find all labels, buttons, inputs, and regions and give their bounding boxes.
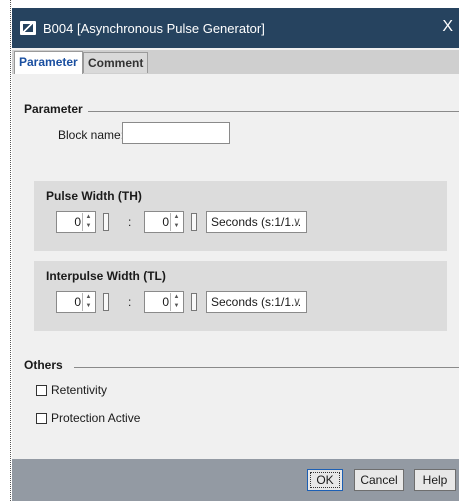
spinner-arrows-icon[interactable]: ▲ ▼ xyxy=(82,213,94,231)
ok-button[interactable]: OK xyxy=(307,469,343,491)
pulse-width-unit-value: Seconds (s:1/1... xyxy=(211,215,302,229)
pulse-width-param-button2[interactable] xyxy=(191,213,197,231)
interpulse-width-value1: 0 xyxy=(74,295,81,309)
pulse-width-group: Pulse Width (TH) 0 ▲ ▼ : 0 ▲ ▼ Seconds (s:… xyxy=(34,181,447,251)
interpulse-width-group: Interpulse Width (TL) 0 ▲ ▼ : 0 ▲ ▼ Second… xyxy=(34,261,447,331)
interpulse-width-title: Interpulse Width (TL) xyxy=(46,269,166,283)
interpulse-width-unit-select[interactable]: Seconds (s:1/1... ∨ xyxy=(206,291,307,313)
protection-active-checkbox[interactable] xyxy=(36,413,47,424)
parameter-section-header: Parameter xyxy=(24,102,83,116)
interpulse-width-value2: 0 xyxy=(162,295,169,309)
close-icon[interactable]: X xyxy=(442,18,453,36)
protection-active-label: Protection Active xyxy=(51,411,141,425)
tab-strip: Parameter Comment xyxy=(12,50,459,75)
logo-block-icon xyxy=(20,21,36,35)
interpulse-width-unit-value: Seconds (s:1/1... xyxy=(211,295,302,309)
others-section-header: Others xyxy=(24,358,63,372)
interpulse-width-value1-spinner[interactable]: 0 ▲ ▼ xyxy=(56,291,96,313)
block-name-label: Block name: xyxy=(58,128,125,142)
spinner-arrows-icon[interactable]: ▲ ▼ xyxy=(82,293,94,311)
chevron-down-icon: ∨ xyxy=(292,296,301,308)
pulse-width-value2: 0 xyxy=(162,215,169,229)
parameter-section-divider xyxy=(88,111,459,112)
spinner-arrows-icon[interactable]: ▲ ▼ xyxy=(170,213,182,231)
tab-parameter[interactable]: Parameter xyxy=(14,51,83,74)
parameter-panel: Parameter Block name: Pulse Width (TH) 0… xyxy=(12,74,459,459)
pulse-width-value2-spinner[interactable]: 0 ▲ ▼ xyxy=(144,211,184,233)
interpulse-width-param-button2[interactable] xyxy=(191,293,197,311)
pulse-width-unit-select[interactable]: Seconds (s:1/1... ∨ xyxy=(206,211,307,233)
button-bar: OK Cancel Help xyxy=(12,459,459,501)
spinner-arrows-icon[interactable]: ▲ ▼ xyxy=(170,293,182,311)
interpulse-width-param-button1[interactable] xyxy=(103,293,109,311)
cancel-button[interactable]: Cancel xyxy=(354,469,404,491)
retentivity-checkbox[interactable] xyxy=(36,385,47,396)
left-border-rule xyxy=(10,0,11,501)
tab-comment[interactable]: Comment xyxy=(83,52,149,73)
help-button[interactable]: Help xyxy=(414,469,456,491)
pulse-width-param-button1[interactable] xyxy=(103,213,109,231)
others-section-divider xyxy=(74,367,459,368)
block-name-input[interactable] xyxy=(122,122,230,144)
pulse-width-value1: 0 xyxy=(74,215,81,229)
pulse-width-separator: : xyxy=(128,215,132,229)
title-bar[interactable]: B004 [Asynchronous Pulse Generator] X xyxy=(12,8,459,48)
retentivity-label: Retentivity xyxy=(51,383,108,397)
window-title: B004 [Asynchronous Pulse Generator] xyxy=(43,21,265,36)
chevron-down-icon: ∨ xyxy=(292,216,301,228)
pulse-width-title: Pulse Width (TH) xyxy=(46,189,142,203)
dialog-window: B004 [Asynchronous Pulse Generator] X Pa… xyxy=(12,8,459,501)
interpulse-width-value2-spinner[interactable]: 0 ▲ ▼ xyxy=(144,291,184,313)
interpulse-width-separator: : xyxy=(128,295,132,309)
pulse-width-value1-spinner[interactable]: 0 ▲ ▼ xyxy=(56,211,96,233)
